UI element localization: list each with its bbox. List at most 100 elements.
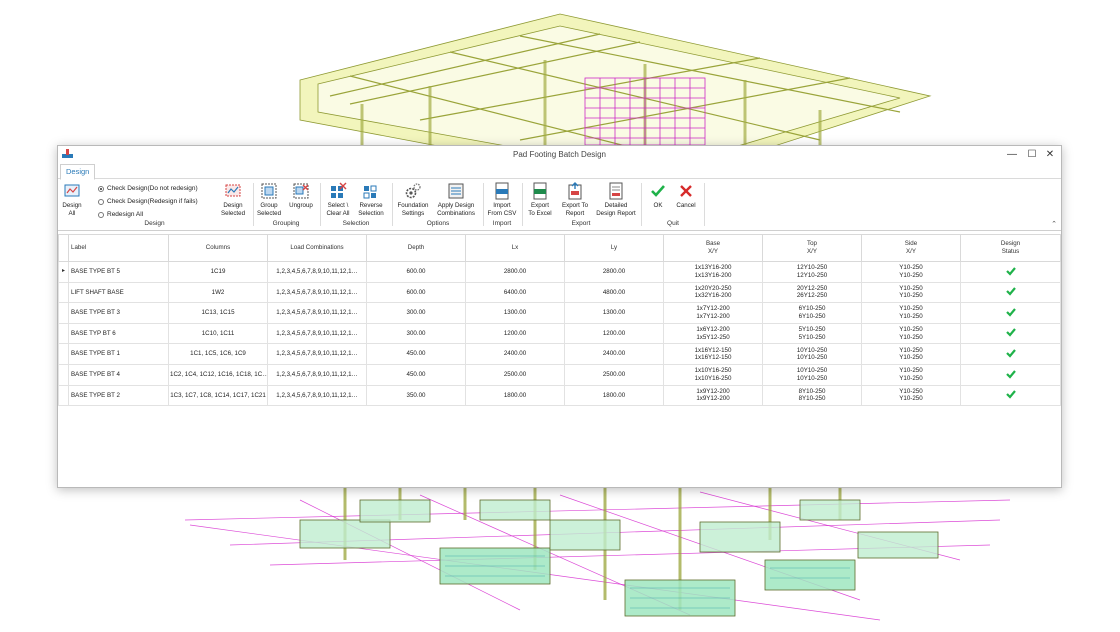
col-header-base[interactable]: Base X/Y <box>663 234 763 262</box>
col-header-depth[interactable]: Depth <box>366 234 466 262</box>
cell-label[interactable]: LIFT SHAFT BASE <box>68 281 169 304</box>
export-to-excel-button[interactable]: Export To Excel <box>525 182 555 217</box>
cancel-button[interactable]: Cancel <box>673 182 699 210</box>
cell-side[interactable]: Y10-250 Y10-250 <box>861 384 961 407</box>
cell-label[interactable]: BASE TYPE BT 2 <box>68 384 169 407</box>
maximize-button[interactable]: ☐ <box>1023 148 1041 161</box>
cell-base[interactable]: 1x20Y20-250 1x32Y16-200 <box>663 281 763 304</box>
cell-columns[interactable]: 1W2 <box>168 281 268 304</box>
foundation-settings-button[interactable]: Foundation Settings <box>396 182 430 217</box>
cell-lx[interactable]: 2500.00 <box>465 363 565 386</box>
ungroup-button[interactable]: Ungroup <box>288 182 314 210</box>
tab-design[interactable]: Design <box>60 164 96 180</box>
cell-top[interactable]: 10Y10-250 10Y10-250 <box>762 343 862 365</box>
radio-check-redesign[interactable]: Check Design(Redesign if fails) <box>98 198 198 205</box>
select-clear-all-button[interactable]: Select \ Clear All <box>324 182 352 217</box>
cell-label[interactable]: BASE TYPE BT 1 <box>68 343 169 365</box>
row-selector[interactable] <box>58 322 69 345</box>
cell-label[interactable]: BASE TYP BT 6 <box>68 322 169 345</box>
col-header-design-status[interactable]: Design Status <box>960 234 1061 262</box>
cell-side[interactable]: Y10-250 Y10-250 <box>861 281 961 304</box>
cell-label[interactable]: BASE TYPE BT 5 <box>68 261 169 283</box>
table-row[interactable]: BASE TYPE BT 1 1C1, 1C5, 1C6, 1C9 1,2,3,4,… <box>58 343 1061 365</box>
col-header-label[interactable]: Label <box>68 234 169 262</box>
table-row[interactable]: BASE TYPE BT 3 1C13, 1C15 1,2,3,4,5,6,7,8,… <box>58 302 1061 324</box>
cell-base[interactable]: 1x6Y12-200 1x5Y12-250 <box>663 322 763 345</box>
cell-load[interactable]: 1,2,3,4,5,6,7,8,9,10,11,12,1… <box>267 384 367 407</box>
cell-label[interactable]: BASE TYPE BT 3 <box>68 302 169 324</box>
row-selector[interactable] <box>58 281 69 304</box>
cell-side[interactable]: Y10-250 Y10-250 <box>861 322 961 345</box>
cell-top[interactable]: 5Y10-250 5Y10-250 <box>762 322 862 345</box>
col-header-columns[interactable]: Columns <box>168 234 268 262</box>
cell-columns[interactable]: 1C1, 1C5, 1C6, 1C9 <box>168 343 268 365</box>
cell-ly[interactable]: 2500.00 <box>564 363 664 386</box>
cell-load[interactable]: 1,2,3,4,5,6,7,8,9,10,11,12,1… <box>267 261 367 283</box>
cell-depth[interactable]: 300.00 <box>366 322 466 345</box>
export-to-report-button[interactable]: Export To Report <box>558 182 592 217</box>
cell-depth[interactable]: 600.00 <box>366 281 466 304</box>
cell-ly[interactable]: 1200.00 <box>564 322 664 345</box>
cell-ly[interactable]: 2400.00 <box>564 343 664 365</box>
cell-base[interactable]: 1x7Y12-200 1x7Y12-200 <box>663 302 763 324</box>
cell-lx[interactable]: 1300.00 <box>465 302 565 324</box>
cell-side[interactable]: Y10-250 Y10-250 <box>861 302 961 324</box>
cell-ly[interactable]: 2800.00 <box>564 261 664 283</box>
apply-design-combinations-button[interactable]: Apply Design Combinations <box>434 182 478 217</box>
cell-load[interactable]: 1,2,3,4,5,6,7,8,9,10,11,12,1… <box>267 322 367 345</box>
cell-top[interactable]: 6Y10-250 6Y10-250 <box>762 302 862 324</box>
table-row[interactable]: BASE TYP BT 6 1C10, 1C11 1,2,3,4,5,6,7,8,9… <box>58 322 1061 345</box>
minimize-button[interactable]: — <box>1003 148 1021 161</box>
row-selector[interactable]: ▸ <box>58 261 69 283</box>
design-selected-button[interactable]: Design Selected <box>218 182 248 217</box>
cell-label[interactable]: BASE TYPE BT 4 <box>68 363 169 386</box>
cell-depth[interactable]: 350.00 <box>366 384 466 407</box>
table-row[interactable]: LIFT SHAFT BASE 1W2 1,2,3,4,5,6,7,8,9,10,1… <box>58 281 1061 304</box>
cell-columns[interactable]: 1C10, 1C11 <box>168 322 268 345</box>
table-row[interactable]: BASE TYPE BT 2 1C3, 1C7, 1C8, 1C14, 1C17,… <box>58 384 1061 407</box>
cell-ly[interactable]: 1800.00 <box>564 384 664 407</box>
cell-base[interactable]: 1x16Y12-150 1x16Y12-150 <box>663 343 763 365</box>
cell-load[interactable]: 1,2,3,4,5,6,7,8,9,10,11,12,1… <box>267 363 367 386</box>
cell-load[interactable]: 1,2,3,4,5,6,7,8,9,10,11,12,1… <box>267 302 367 324</box>
cell-columns[interactable]: 1C2, 1C4, 1C12, 1C16, 1C18, 1C… <box>168 363 268 386</box>
cell-base[interactable]: 1x13Y16-200 1x13Y16-200 <box>663 261 763 283</box>
radio-check-design[interactable]: Check Design(Do not redesign) <box>98 185 198 192</box>
cell-ly[interactable]: 4800.00 <box>564 281 664 304</box>
cell-depth[interactable]: 600.00 <box>366 261 466 283</box>
cell-depth[interactable]: 300.00 <box>366 302 466 324</box>
col-header-side[interactable]: Side X/Y <box>861 234 961 262</box>
detailed-design-report-button[interactable]: Detailed Design Report <box>595 182 637 217</box>
ok-button[interactable]: OK <box>646 182 670 210</box>
close-button[interactable]: ✕ <box>1041 148 1059 161</box>
collapse-ribbon-button[interactable]: ⌃ <box>1051 220 1057 228</box>
cell-lx[interactable]: 6400.00 <box>465 281 565 304</box>
cell-side[interactable]: Y10-250 Y10-250 <box>861 343 961 365</box>
cell-load[interactable]: 1,2,3,4,5,6,7,8,9,10,11,12,1… <box>267 343 367 365</box>
design-all-button[interactable]: Design All <box>60 182 84 217</box>
cell-base[interactable]: 1x9Y12-200 1x9Y12-200 <box>663 384 763 407</box>
cell-side[interactable]: Y10-250 Y10-250 <box>861 363 961 386</box>
cell-lx[interactable]: 2800.00 <box>465 261 565 283</box>
cell-depth[interactable]: 450.00 <box>366 343 466 365</box>
cell-side[interactable]: Y10-250 Y10-250 <box>861 261 961 283</box>
cell-lx[interactable]: 1200.00 <box>465 322 565 345</box>
cell-columns[interactable]: 1C3, 1C7, 1C8, 1C14, 1C17, 1C21 <box>168 384 268 407</box>
cell-lx[interactable]: 2400.00 <box>465 343 565 365</box>
group-selected-button[interactable]: Group Selected <box>256 182 282 217</box>
cell-top[interactable]: 12Y10-250 12Y10-250 <box>762 261 862 283</box>
cell-lx[interactable]: 1800.00 <box>465 384 565 407</box>
col-header-ly[interactable]: Ly <box>564 234 664 262</box>
table-row[interactable]: BASE TYPE BT 4 1C2, 1C4, 1C12, 1C16, 1C18… <box>58 363 1061 386</box>
col-header-top[interactable]: Top X/Y <box>762 234 862 262</box>
table-row[interactable]: ▸ BASE TYPE BT 5 1C19 1,2,3,4,5,6,7,8,9,10,… <box>58 261 1061 283</box>
row-selector[interactable] <box>58 363 69 386</box>
cell-columns[interactable]: 1C19 <box>168 261 268 283</box>
cell-top[interactable]: 8Y10-250 8Y10-250 <box>762 384 862 407</box>
cell-top[interactable]: 10Y10-250 10Y10-250 <box>762 363 862 386</box>
cell-depth[interactable]: 450.00 <box>366 363 466 386</box>
reverse-selection-button[interactable]: Reverse Selection <box>356 182 386 217</box>
cell-ly[interactable]: 1300.00 <box>564 302 664 324</box>
cell-base[interactable]: 1x10Y16-250 1x10Y16-250 <box>663 363 763 386</box>
cell-load[interactable]: 1,2,3,4,5,6,7,8,9,10,11,12,1… <box>267 281 367 304</box>
